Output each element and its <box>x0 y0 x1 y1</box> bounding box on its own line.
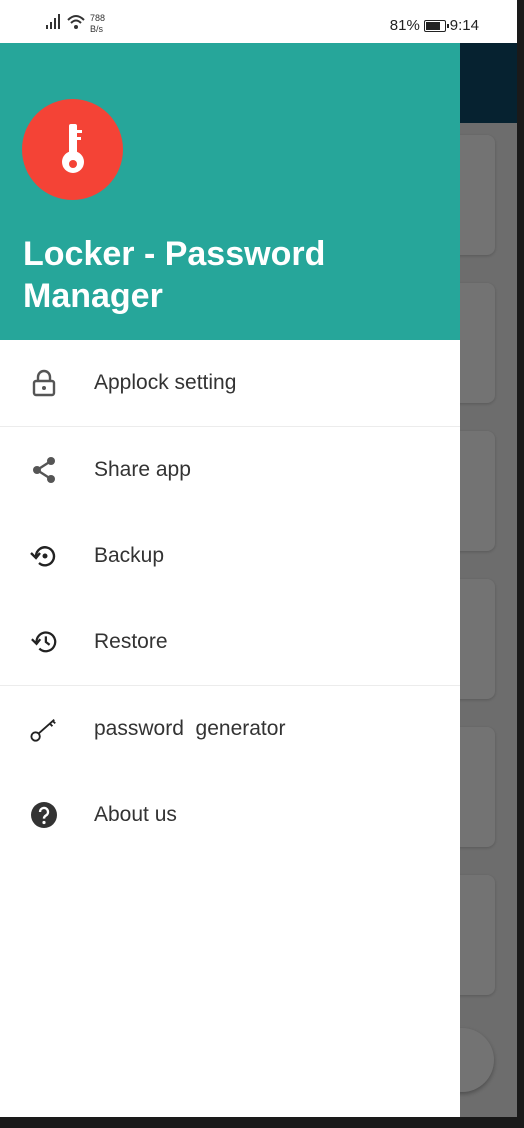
menu-item-label: Backup <box>94 544 165 567</box>
lock-icon <box>30 369 58 397</box>
menu-item-label: Share app <box>94 458 191 481</box>
menu-item-applock-setting[interactable]: Applock setting <box>0 340 460 426</box>
menu-item-share-app[interactable]: Share app <box>0 427 460 513</box>
key-icon <box>30 715 58 743</box>
drawer-header: Locker - Password Manager <box>0 43 460 340</box>
share-icon <box>30 456 58 484</box>
menu-item-label: password generator <box>94 717 286 740</box>
battery-icon <box>423 19 449 32</box>
drawer-menu: Applock setting Share app Backup Restore… <box>0 340 460 858</box>
navigation-drawer: Locker - Password Manager Applock settin… <box>0 43 460 1117</box>
menu-item-label: About us <box>94 803 177 826</box>
battery-level <box>425 21 440 30</box>
app-logo <box>22 99 123 200</box>
net-speed-value: 788 <box>90 13 106 23</box>
backup-icon <box>30 542 58 570</box>
menu-item-backup[interactable]: Backup <box>0 513 460 599</box>
menu-item-restore[interactable]: Restore <box>0 599 460 685</box>
net-speed-unit: B/s <box>90 24 104 34</box>
network-speed: 788 B/s <box>90 13 105 35</box>
menu-item-label: Restore <box>94 630 168 653</box>
restore-icon <box>30 628 58 656</box>
status-left: 788 B/s <box>46 13 105 35</box>
wifi-icon <box>67 15 85 29</box>
status-bar: 788 B/s 81% 9:14 <box>0 0 517 43</box>
clock: 9:14 <box>449 17 479 34</box>
menu-item-password-generator[interactable]: password generator <box>0 686 460 772</box>
signal-icon <box>46 14 60 29</box>
phone-screen: 788 B/s 81% 9:14 Locker - Password Manag… <box>0 0 517 1117</box>
battery-percent: 81% <box>389 17 420 34</box>
app-title: Locker - Password Manager <box>23 235 326 315</box>
menu-item-label: Applock setting <box>94 371 237 394</box>
menu-item-about-us[interactable]: About us <box>0 772 460 858</box>
key-icon <box>61 123 84 173</box>
status-right: 81% 9:14 <box>390 17 479 34</box>
help-icon <box>30 801 58 829</box>
